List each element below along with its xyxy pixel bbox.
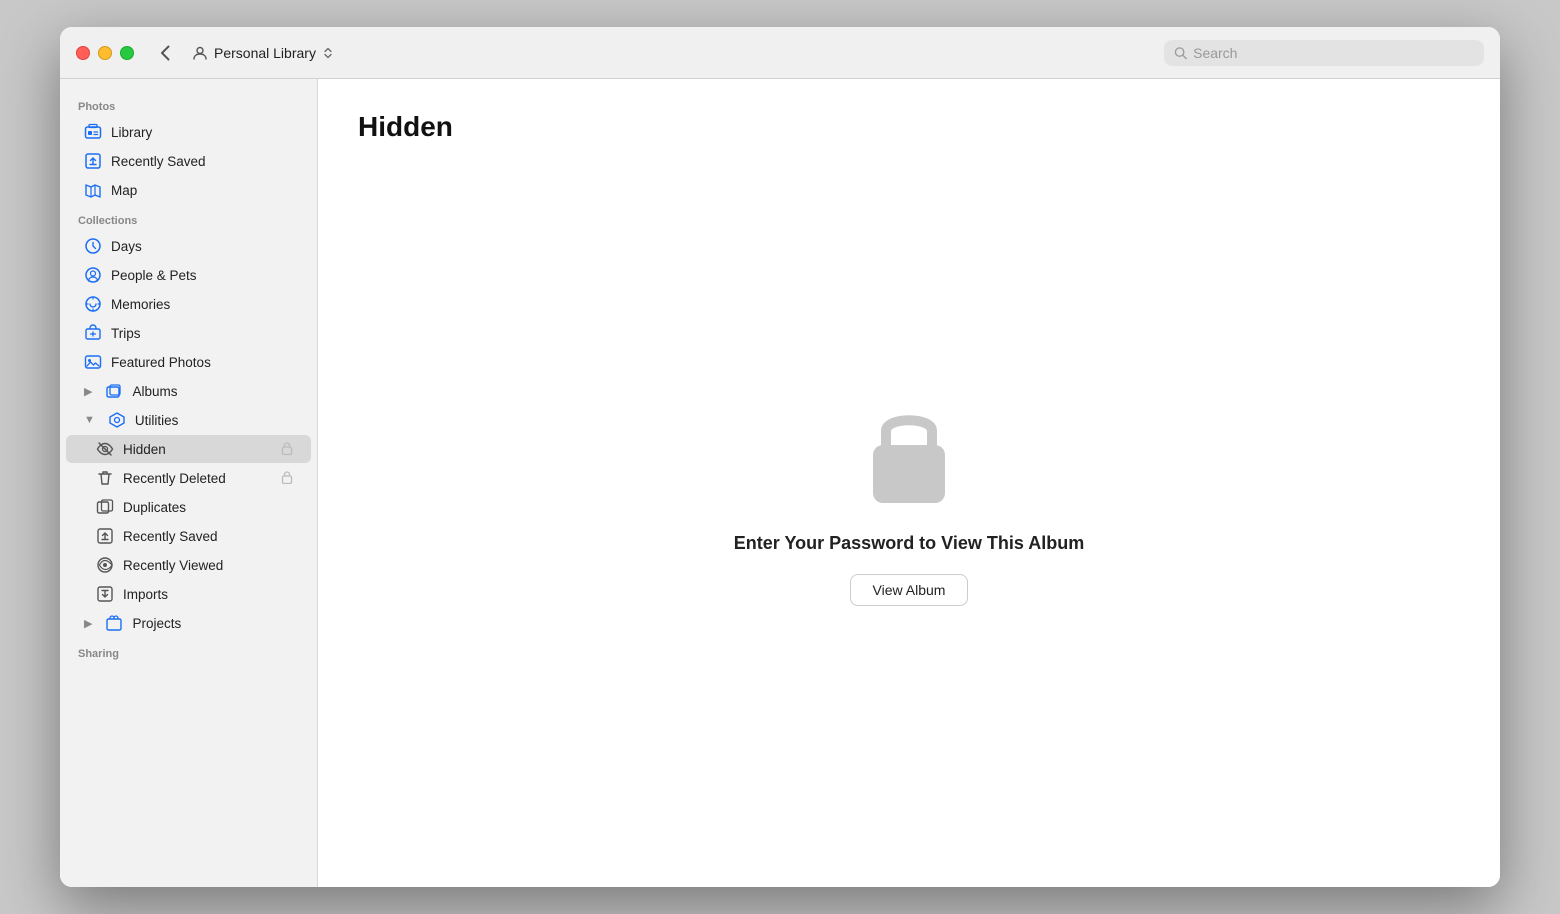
- sidebar-item-albums[interactable]: ▶ Albums: [66, 377, 311, 405]
- import-icon: [96, 585, 114, 603]
- fullscreen-button[interactable]: [120, 46, 134, 60]
- upload-icon: [84, 152, 102, 170]
- sidebar-item-people-pets-label: People & Pets: [111, 268, 293, 283]
- close-button[interactable]: [76, 46, 90, 60]
- sidebar-item-recently-saved[interactable]: Recently Saved: [66, 522, 311, 550]
- sidebar-item-recently-deleted-label: Recently Deleted: [123, 471, 272, 486]
- clock-icon: [84, 237, 102, 255]
- sidebar-item-projects[interactable]: ▶ Projects: [66, 609, 311, 637]
- library-label: Personal Library: [214, 45, 316, 61]
- lock-prompt: Enter Your Password to View This Album: [734, 533, 1084, 554]
- sidebar-item-people-pets[interactable]: People & Pets: [66, 261, 311, 289]
- photos-section-label: Photos: [60, 91, 317, 117]
- search-input[interactable]: [1193, 45, 1474, 61]
- library-selector[interactable]: Personal Library: [184, 41, 342, 65]
- memories-icon: [84, 295, 102, 313]
- sidebar-item-days-label: Days: [111, 239, 293, 254]
- albums-icon: [105, 382, 123, 400]
- chevron-updown-icon: [322, 47, 334, 59]
- upload-icon-2: [96, 527, 114, 545]
- sharing-section-label: Sharing: [60, 638, 317, 664]
- sidebar-item-hidden-label: Hidden: [123, 442, 272, 457]
- sidebar-item-featured-photos-label: Featured Photos: [111, 355, 293, 370]
- people-icon: [84, 266, 102, 284]
- titlebar: Personal Library: [60, 27, 1500, 79]
- collections-section-label: Collections: [60, 205, 317, 231]
- sidebar-item-map[interactable]: Map: [66, 176, 311, 204]
- sidebar-item-projects-label: Projects: [132, 616, 293, 631]
- sidebar-item-imports-label: Imports: [123, 587, 293, 602]
- utilities-icon: [108, 411, 126, 429]
- sidebar-item-utilities[interactable]: ▼ Utilities: [66, 406, 311, 434]
- back-button[interactable]: [154, 41, 176, 65]
- traffic-lights: [76, 46, 134, 60]
- sidebar-item-map-label: Map: [111, 183, 293, 198]
- sidebar: Photos Library: [60, 79, 318, 887]
- map-icon: [84, 181, 102, 199]
- sidebar-item-featured-photos[interactable]: Featured Photos: [66, 348, 311, 376]
- hidden-icon: [96, 440, 114, 458]
- titlebar-nav: Personal Library: [154, 41, 342, 65]
- sidebar-item-recently-saved-label: Recently Saved: [123, 529, 293, 544]
- sidebar-item-recently-deleted[interactable]: Recently Deleted: [66, 464, 311, 492]
- trips-icon: [84, 324, 102, 342]
- utilities-expand-icon: ▼: [84, 414, 95, 426]
- view-album-button[interactable]: View Album: [850, 574, 969, 606]
- sidebar-item-trips[interactable]: Trips: [66, 319, 311, 347]
- app-window: Personal Library Photos: [60, 27, 1500, 887]
- eye-icon: [96, 556, 114, 574]
- page-title: Hidden: [358, 111, 453, 143]
- hidden-lock-icon: [281, 441, 293, 458]
- minimize-button[interactable]: [98, 46, 112, 60]
- featured-icon: [84, 353, 102, 371]
- lock-icon: [859, 393, 959, 513]
- main-area: Photos Library: [60, 79, 1500, 887]
- person-icon: [192, 45, 208, 61]
- sidebar-item-albums-label: Albums: [132, 384, 293, 399]
- sidebar-item-trips-label: Trips: [111, 326, 293, 341]
- trash-icon: [96, 469, 114, 487]
- sidebar-item-duplicates-label: Duplicates: [123, 500, 293, 515]
- sidebar-item-recently-saved-top[interactable]: Recently Saved: [66, 147, 311, 175]
- sidebar-item-imports[interactable]: Imports: [66, 580, 311, 608]
- sidebar-item-recently-viewed-label: Recently Viewed: [123, 558, 293, 573]
- sidebar-item-library-label: Library: [111, 125, 293, 140]
- recently-deleted-lock-icon: [281, 470, 293, 487]
- content-area: Hidden Enter Your Password to View This …: [318, 79, 1500, 887]
- sidebar-item-memories[interactable]: Memories: [66, 290, 311, 318]
- sidebar-item-days[interactable]: Days: [66, 232, 311, 260]
- lock-area: Enter Your Password to View This Album V…: [358, 143, 1460, 855]
- search-bar[interactable]: [1164, 40, 1484, 66]
- sidebar-item-recently-viewed[interactable]: Recently Viewed: [66, 551, 311, 579]
- lock-icon-container: [859, 393, 959, 513]
- sidebar-item-duplicates[interactable]: Duplicates: [66, 493, 311, 521]
- sidebar-item-hidden[interactable]: Hidden: [66, 435, 311, 463]
- projects-expand-icon: ▶: [84, 617, 92, 630]
- albums-expand-icon: ▶: [84, 385, 92, 398]
- sidebar-item-recently-saved-top-label: Recently Saved: [111, 154, 293, 169]
- library-icon: [84, 123, 102, 141]
- projects-icon: [105, 614, 123, 632]
- duplicates-icon: [96, 498, 114, 516]
- sidebar-item-library[interactable]: Library: [66, 118, 311, 146]
- sidebar-item-utilities-label: Utilities: [135, 413, 293, 428]
- search-icon: [1174, 46, 1187, 60]
- sidebar-item-memories-label: Memories: [111, 297, 293, 312]
